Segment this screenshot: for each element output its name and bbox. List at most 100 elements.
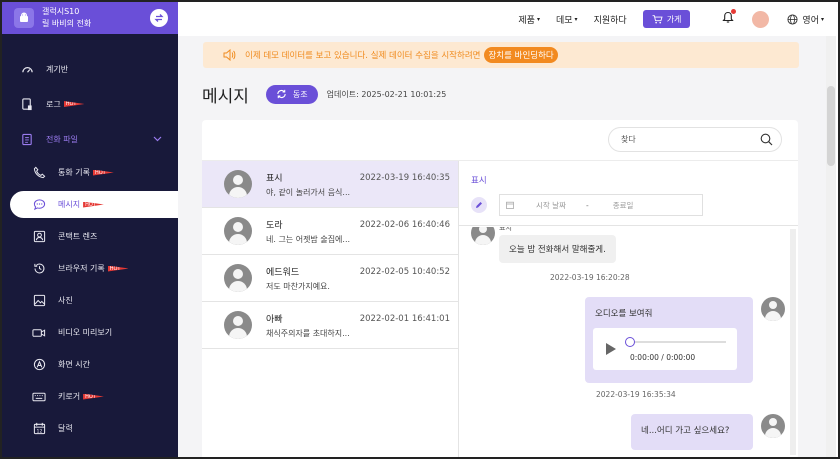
message-time: 2022-03-19 16:35:34 [596, 390, 676, 399]
conversation-snippet: 저도 마찬가지예요. [266, 281, 330, 291]
message-text: 오디오를 보여줘 [595, 309, 653, 319]
audio-progress-knob[interactable] [625, 337, 635, 347]
language-selector[interactable]: 영어 ▾ [787, 13, 824, 26]
search-input[interactable]: 찾다 [608, 127, 782, 152]
sidebar-item-browser-history[interactable]: 브라우저 기록 HOT [2, 255, 178, 282]
sync-icon [277, 89, 286, 99]
calendar-icon [506, 201, 514, 209]
sidebar-item-label: 통화 기록 [58, 168, 90, 177]
page-title: 메시지 [202, 86, 249, 107]
conversation-item[interactable]: 표시 야, 같이 놀러가서 음식... 2022-03-19 16:40:35 [202, 161, 458, 208]
conversation-name: 아빠 [266, 314, 283, 325]
conversation-item[interactable]: 에드워드 저도 마찬가지예요. 2022-02-05 10:40:52 [202, 255, 458, 302]
sidebar-item-video-preview[interactable]: 비디오 미리보기 [2, 319, 178, 346]
play-icon[interactable] [605, 342, 617, 359]
hot-badge: HOT [83, 201, 104, 208]
conversation-snippet: 야, 같이 놀러가서 음식... [266, 187, 351, 197]
top-bar: 제품 ▾ 데모 ▾ 지원하다 가게 영어 ▾ [178, 2, 838, 36]
notification-dot [731, 9, 737, 14]
search-placeholder: 찾다 [621, 135, 636, 144]
video-icon [32, 326, 46, 340]
conversation-item[interactable]: 도라 네. 그는 어젯밤 술집에... 2022-02-06 16:40:46 [202, 208, 458, 255]
main-content: 이제 데모 데이터를 보고 있습니다. 실제 데이터 수집을 시작하려면 장치를… [178, 36, 836, 459]
sidebar-item-dashboard[interactable]: 계기반 [2, 54, 178, 84]
message-bubble-outgoing: 네...어디 가고 싶으세요? [631, 414, 753, 450]
search-icon[interactable] [760, 133, 773, 148]
history-icon [32, 262, 46, 276]
conversation-snippet: 채식주의자를 초대하지... [266, 328, 350, 338]
phone-files-icon [20, 132, 34, 146]
conversation-snippet: 네. 그는 어젯밤 술집에... [266, 234, 351, 244]
conversation-detail: 표시 시작 날짜 - 종료일 표시 오늘 밤 전화해서 말해줄게. 2022-0… [459, 161, 798, 459]
screen-time-icon [32, 358, 46, 372]
avatar [761, 414, 785, 438]
device-name: 릴 바비의 전화 [42, 19, 92, 28]
sidebar-item-photos[interactable]: 사진 [2, 287, 178, 314]
end-date-field[interactable]: 종료일 [613, 200, 634, 211]
conversation-list: 표시 야, 같이 놀러가서 음식... 2022-03-19 16:40:35 … [202, 161, 458, 349]
edit-icon[interactable] [471, 197, 487, 213]
sidebar-item-calendar[interactable]: 12 달력 [2, 415, 178, 442]
hot-badge: HOT [107, 265, 129, 272]
sidebar-item-call-logs[interactable]: 통화 기록 HOT [2, 159, 178, 186]
globe-icon [787, 13, 798, 25]
conversation-name: 도라 [266, 220, 283, 231]
last-update: 업데이트: 2025-02-21 10:01:25 [326, 89, 447, 99]
conversation-name: 표시 [266, 173, 283, 184]
message-bubble-incoming: 오늘 밤 전화해서 말해줄게. [499, 235, 616, 263]
sidebar-item-screen-time[interactable]: 화면 시간 [2, 351, 178, 378]
sidebar: 갤럭시S10 릴 바비의 전화 계기반 로그 HOT 전화 파일 통화 기록 H… [2, 2, 178, 457]
date-separator: - [585, 200, 589, 210]
hot-badge: HOT [83, 393, 104, 400]
contact-name: 표시 [471, 176, 487, 186]
conversation-item[interactable]: 아빠 채식주의자를 초대하지... 2022-02-01 16:41:01 [202, 302, 458, 349]
cart-icon [652, 14, 663, 23]
calendar-icon: 12 [32, 422, 46, 436]
products-label: 제품 [518, 15, 535, 26]
chat-scrollbar[interactable] [790, 229, 796, 455]
sidebar-item-keylogger[interactable]: 키로거 HOT [2, 383, 178, 410]
conversation-time: 2022-02-05 10:40:52 [359, 267, 450, 277]
date-range-picker[interactable]: 시작 날짜 - 종료일 [499, 194, 703, 216]
demo-banner: 이제 데모 데이터를 보고 있습니다. 실제 데이터 수집을 시작하려면 장치를… [203, 42, 799, 68]
avatar [224, 264, 252, 292]
products-menu[interactable]: 제품 ▾ [518, 13, 540, 26]
start-date-field[interactable]: 시작 날짜 [536, 200, 566, 211]
switch-device-icon[interactable] [150, 9, 168, 27]
keyboard-icon [32, 390, 46, 404]
device-header[interactable]: 갤럭시S10 릴 바비의 전화 [2, 2, 178, 34]
store-button[interactable]: 가게 [642, 10, 691, 28]
sidebar-item-label: 사진 [58, 296, 73, 305]
audio-time: 0:00:00 / 0:00:00 [630, 353, 696, 362]
page-scrollbar[interactable] [826, 36, 836, 457]
support-link[interactable]: 지원하다 [594, 13, 627, 26]
audio-player[interactable]: 0:00:00 / 0:00:00 [593, 328, 737, 370]
sidebar-item-label: 계기반 [46, 64, 69, 74]
bind-device-button[interactable]: 장치를 바인딩하다 [484, 47, 558, 63]
sidebar-item-label: 로그 [46, 99, 61, 109]
messages-panel: 찾다 표시 야, 같이 놀러가서 음식... 2022-03-19 16:40:… [202, 120, 798, 459]
android-icon [14, 8, 34, 28]
sidebar-item-contacts[interactable]: 콘택트 렌즈 [2, 223, 178, 250]
user-avatar[interactable] [752, 10, 770, 28]
demo-menu[interactable]: 데모 ▾ [556, 13, 578, 26]
phone-icon [32, 166, 46, 180]
banner-text: 이제 데모 데이터를 보고 있습니다. 실제 데이터 수집을 시작하려면 [245, 51, 481, 61]
sidebar-item-label: 비디오 미리보기 [58, 328, 113, 337]
conversation-time: 2022-02-06 16:40:46 [359, 220, 450, 230]
hot-badge: HOT [92, 169, 114, 176]
sidebar-item-logs[interactable]: 로그 HOT [2, 89, 178, 119]
sync-label: 동조 [292, 89, 308, 99]
log-icon [20, 97, 34, 111]
sidebar-item-phone-files[interactable]: 전화 파일 [2, 124, 178, 154]
audio-progress-bar[interactable] [630, 341, 726, 343]
conversation-time: 2022-02-01 16:41:01 [359, 314, 450, 324]
notification-bell-icon[interactable] [722, 9, 737, 27]
sidebar-item-messages[interactable]: 메시지 HOT [10, 191, 178, 218]
chevron-down-icon [153, 135, 162, 144]
scrollbar-thumb[interactable] [827, 86, 835, 166]
chevron-down-icon: ▾ [820, 15, 824, 23]
language-label: 영어 [802, 15, 819, 26]
sync-button[interactable]: 동조 [265, 84, 318, 104]
sidebar-item-label: 키로거 [58, 392, 81, 401]
